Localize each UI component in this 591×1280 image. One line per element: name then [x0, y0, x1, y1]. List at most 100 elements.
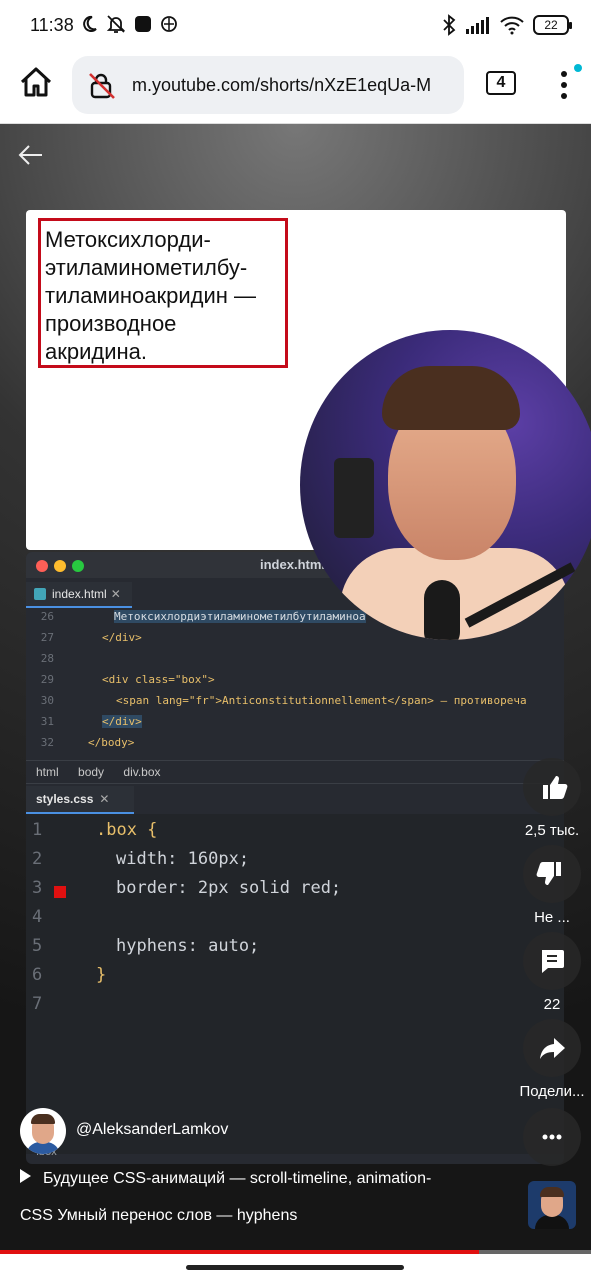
playlist-title[interactable]: Будущее CSS-анимаций — scroll-timeline, … [43, 1170, 431, 1187]
code-text: .box { [96, 820, 158, 840]
avatar-hair [31, 1114, 55, 1124]
comment-action[interactable]: 22 [514, 932, 590, 1013]
wifi-icon [500, 16, 524, 35]
code-line: 30 <span lang="fr">Anticonstitutionnellem… [26, 694, 564, 714]
zoom-dot-icon [72, 560, 84, 572]
line-number: 30 [40, 694, 54, 707]
code-line: 29 <div class="box"> [26, 673, 564, 693]
line-number: 3 [32, 878, 43, 898]
channel-avatar[interactable] [20, 1108, 66, 1154]
tab-index-html: index.html ✕ [26, 582, 132, 608]
more-button[interactable] [523, 1108, 581, 1166]
dislike-label: Не ... [534, 909, 570, 926]
microphone [424, 580, 460, 640]
code-text: <div class="box"> [102, 673, 215, 686]
suggested-thumbnail[interactable] [528, 1181, 576, 1229]
code-line: 7 [26, 994, 564, 1023]
code-text: <span lang="fr">Anticonstitutionnellemen… [116, 694, 527, 707]
line-number: 28 [40, 652, 54, 665]
dislike-button[interactable] [523, 845, 581, 903]
line-number: 1 [32, 820, 43, 840]
update-notification-dot [574, 64, 582, 72]
slide-line: Метоксихлорди- [45, 227, 211, 252]
line-number: 4 [32, 907, 43, 927]
line-number: 32 [40, 736, 54, 749]
playlist-link[interactable]: Будущее CSS-анимаций — scroll-timeline, … [20, 1169, 431, 1188]
share-arrow-icon [540, 1038, 565, 1059]
code-line: 1 .box { [26, 820, 564, 849]
dislike-action[interactable]: Не ... [514, 845, 590, 926]
back-arrow-icon[interactable] [16, 140, 46, 170]
line-number: 6 [32, 965, 43, 985]
code-text: } [96, 965, 107, 985]
close-icon: ✕ [110, 587, 121, 601]
more-vert-icon[interactable] [556, 68, 572, 102]
line-number: 2 [32, 849, 43, 869]
vpn-icon [161, 16, 177, 32]
share-label: Подели... [519, 1083, 585, 1100]
signal-icon [466, 17, 489, 34]
channel-name[interactable]: @AleksanderLamkov [76, 1121, 228, 1139]
url-bar[interactable]: m.youtube.com/shorts/nXzE1eqUa-M [72, 56, 464, 114]
slide-line: производное [45, 311, 177, 336]
insecure-lock-icon[interactable] [86, 72, 118, 100]
thumbs-down-icon [536, 862, 561, 885]
slide-line: этиламинометилбу- [45, 255, 248, 280]
line-number: 7 [32, 994, 43, 1014]
status-bar: 11:38 22 [0, 0, 591, 52]
html-file-icon [34, 588, 46, 600]
tab-label: index.html [52, 587, 107, 601]
bell-off-icon [106, 15, 126, 33]
tab-label: styles.css [36, 792, 94, 806]
line-number: 26 [40, 610, 54, 623]
video-title[interactable]: CSS Умный перенос слов — hyphens [20, 1207, 297, 1225]
demo-box: Метоксихлорди- этиламинометилбу- тиламин… [38, 218, 288, 368]
breadcrumb-item: html [36, 765, 59, 779]
line-number: 27 [40, 631, 54, 644]
minimize-dot-icon [54, 560, 66, 572]
code-line: 2 width: 160px; [26, 849, 564, 878]
code-text: </div> [102, 715, 142, 728]
like-count: 2,5 тыс. [524, 822, 580, 839]
code-line: 28 [26, 652, 564, 672]
status-right-icons: 22 [441, 14, 572, 36]
code-text: border: 2px solid red; [116, 878, 342, 898]
slide-line: акридина. [45, 339, 148, 364]
app-square-icon [135, 16, 151, 32]
url-text[interactable]: m.youtube.com/shorts/nXzE1eqUa-M [132, 75, 431, 96]
code-text: </div> [102, 631, 142, 644]
chair-shape [334, 458, 374, 538]
presenter-hair [382, 366, 520, 430]
home-icon[interactable] [18, 64, 54, 100]
system-nav-area [0, 1254, 591, 1280]
more-horiz-icon [542, 1134, 562, 1140]
breakpoint-marker [54, 886, 66, 898]
breadcrumb: html body div.box [26, 760, 564, 784]
shorts-player[interactable]: Метоксихлорди- этиламинометилбу- тиламин… [0, 124, 591, 1254]
code-text: width: 160px; [116, 849, 250, 869]
code-line: 4 [26, 907, 564, 936]
breadcrumb-item: div.box [123, 765, 161, 779]
close-dot-icon [36, 560, 48, 572]
code-text: </body> [88, 736, 135, 749]
thumb-hair [540, 1187, 564, 1197]
line-number: 29 [40, 673, 54, 686]
code-text: Метоксихлордиэтиламинометилбутиламиноа [114, 610, 366, 623]
close-icon: ✕ [99, 792, 110, 806]
browser-toolbar: m.youtube.com/shorts/nXzE1eqUa-M 4 [0, 52, 591, 124]
moon-icon [83, 15, 97, 32]
thumb-shirt [535, 1215, 569, 1229]
home-gesture-pill[interactable] [186, 1265, 404, 1270]
like-button[interactable] [523, 758, 581, 816]
tab-switcher-button[interactable]: 4 [486, 71, 516, 95]
more-action[interactable] [514, 1108, 590, 1166]
code-editor: index.html index.html ✕ 26 Метоксихлордиэт… [26, 552, 564, 1164]
share-button[interactable] [523, 1019, 581, 1077]
line-number: 31 [40, 715, 54, 728]
share-action[interactable]: Подели... [514, 1019, 590, 1100]
slide-line: тиламиноакридин — [45, 283, 257, 308]
like-action[interactable]: 2,5 тыс. [514, 758, 590, 839]
comment-button[interactable] [523, 932, 581, 990]
code-line: 31 </div> [26, 715, 564, 735]
play-icon [20, 1169, 31, 1183]
